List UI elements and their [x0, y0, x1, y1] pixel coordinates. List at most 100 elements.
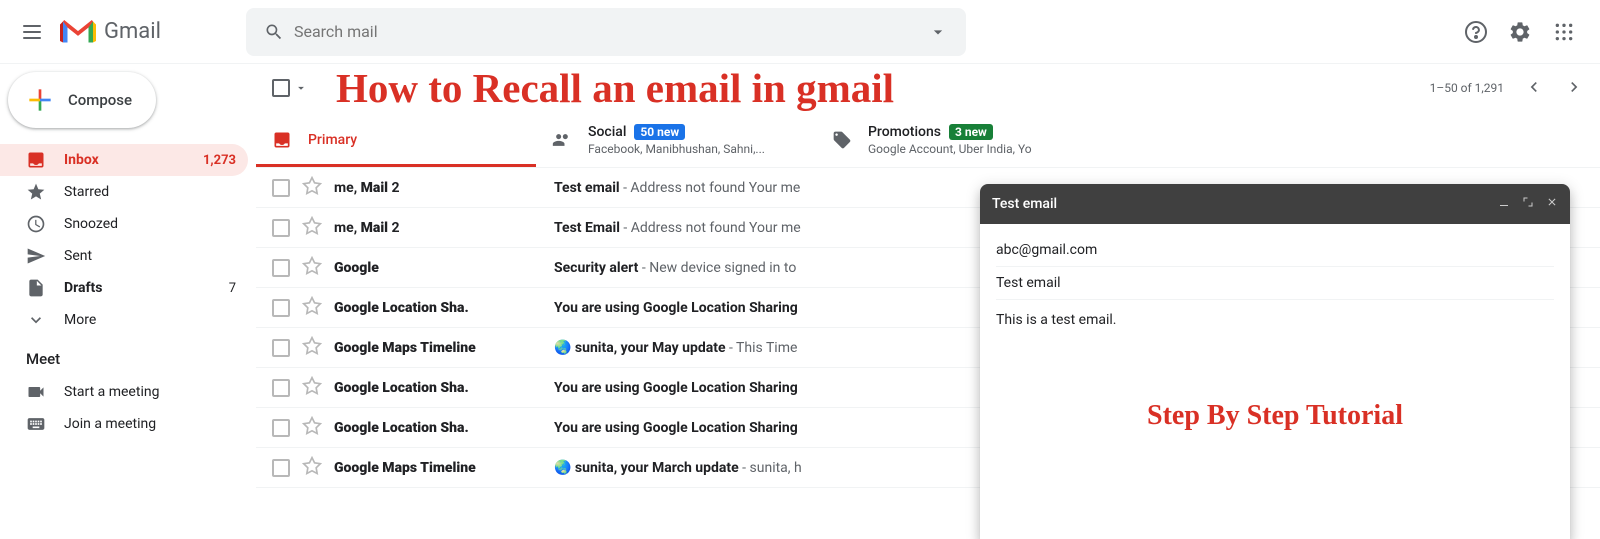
main-menu-button[interactable]: [8, 8, 56, 56]
tab-social[interactable]: Social 50 new Facebook, Manibhushan, Sah…: [536, 112, 816, 167]
gmail-text: Gmail: [104, 19, 161, 44]
email-checkbox[interactable]: [272, 459, 290, 477]
compose-dialog-header[interactable]: Test email: [980, 184, 1570, 224]
minimize-button[interactable]: [1498, 196, 1510, 212]
email-sender: Google Location Sha.: [334, 380, 554, 396]
email-subject-line: Security alert - New device signed in to: [554, 260, 796, 276]
tab-primary[interactable]: Primary: [256, 112, 536, 167]
sidebar-item-join-meeting[interactable]: Join a meeting: [0, 408, 248, 440]
social-tab-icon: [552, 130, 572, 150]
email-checkbox[interactable]: [272, 339, 290, 357]
sidebar-item-inbox[interactable]: Inbox 1,273: [0, 144, 248, 176]
sidebar-item-starred[interactable]: Starred: [0, 176, 248, 208]
gmail-logo[interactable]: Gmail: [60, 18, 191, 46]
star-toggle[interactable]: [302, 416, 322, 440]
sidebar-item-more[interactable]: More: [0, 304, 248, 336]
search-input[interactable]: [294, 22, 918, 41]
settings-button[interactable]: [1500, 12, 1540, 52]
next-page-button[interactable]: [1564, 77, 1584, 100]
star-toggle[interactable]: [302, 176, 322, 200]
close-icon: [1546, 196, 1558, 208]
compose-button[interactable]: Compose: [8, 72, 156, 128]
email-sender: me, Mail 2: [334, 220, 554, 236]
gear-icon: [1508, 20, 1532, 44]
close-button[interactable]: [1546, 196, 1558, 212]
keyboard-icon: [26, 414, 46, 434]
email-subject-line: 🌏 sunita, your March update - sunita, h: [554, 460, 802, 476]
pagination: 1–50 of 1,291: [1430, 77, 1584, 100]
pagination-text: 1–50 of 1,291: [1430, 81, 1504, 95]
minimize-icon: [1498, 196, 1510, 208]
toolbar: How to Recall an email in gmail 1–50 of …: [256, 64, 1600, 112]
star-icon: [26, 182, 46, 202]
help-icon: [1464, 20, 1488, 44]
star-toggle[interactable]: [302, 256, 322, 280]
sidebar-item-drafts[interactable]: Drafts 7: [0, 272, 248, 304]
overlay-subheading: Step By Step Tutorial: [996, 400, 1554, 432]
compose-dialog: Test email abc@gmail.com Test email Thi: [980, 184, 1570, 539]
chevron-right-icon: [1564, 77, 1584, 97]
chevron-down-icon: [26, 310, 46, 330]
star-toggle[interactable]: [302, 376, 322, 400]
header-actions: [1456, 12, 1592, 52]
drafts-icon: [26, 278, 46, 298]
overlay-heading: How to Recall an email in gmail: [336, 64, 894, 112]
email-sender: Google Maps Timeline: [334, 340, 554, 356]
tab-promotions[interactable]: Promotions 3 new Google Account, Uber In…: [816, 112, 1096, 167]
video-icon: [26, 382, 46, 402]
select-dropdown-icon[interactable]: [294, 81, 308, 95]
email-checkbox[interactable]: [272, 379, 290, 397]
sidebar-item-snoozed[interactable]: Snoozed: [0, 208, 248, 240]
gmail-icon: [60, 18, 96, 46]
fullscreen-icon: [1522, 196, 1534, 208]
star-toggle[interactable]: [302, 216, 322, 240]
compose-subject-field[interactable]: Test email: [996, 267, 1554, 300]
email-checkbox[interactable]: [272, 179, 290, 197]
email-subject-line: You are using Google Location Sharing: [554, 300, 798, 316]
email-subject-line: Test email - Address not found Your me: [554, 180, 800, 196]
star-outline-icon: [302, 256, 322, 276]
compose-plus-icon: [24, 84, 56, 116]
email-subject-line: 🌏 sunita, your May update - This Time: [554, 340, 797, 356]
star-outline-icon: [302, 336, 322, 356]
search-icon[interactable]: [254, 12, 294, 52]
email-checkbox[interactable]: [272, 299, 290, 317]
clock-icon: [26, 214, 46, 234]
email-sender: Google Maps Timeline: [334, 460, 554, 476]
apps-button[interactable]: [1544, 12, 1584, 52]
search-options-dropdown[interactable]: [918, 12, 958, 52]
email-sender: Google: [334, 260, 554, 276]
email-sender: Google Location Sha.: [334, 300, 554, 316]
email-checkbox[interactable]: [272, 419, 290, 437]
select-all[interactable]: [272, 79, 308, 97]
compose-body[interactable]: This is a test email.: [996, 300, 1554, 340]
sidebar-item-sent[interactable]: Sent: [0, 240, 248, 272]
star-toggle[interactable]: [302, 296, 322, 320]
prev-page-button[interactable]: [1524, 77, 1544, 100]
chevron-left-icon: [1524, 77, 1544, 97]
star-toggle[interactable]: [302, 456, 322, 480]
sidebar-item-start-meeting[interactable]: Start a meeting: [0, 376, 248, 408]
sidebar: Compose Inbox 1,273 Starred Snoozed: [0, 64, 256, 539]
email-checkbox[interactable]: [272, 219, 290, 237]
star-outline-icon: [302, 416, 322, 436]
promotions-tab-icon: [832, 130, 852, 150]
apps-icon: [1554, 22, 1574, 42]
email-checkbox[interactable]: [272, 259, 290, 277]
content-area: How to Recall an email in gmail 1–50 of …: [256, 64, 1600, 539]
select-all-checkbox[interactable]: [272, 79, 290, 97]
inbox-icon: [26, 150, 46, 170]
meet-section-header: Meet: [0, 336, 256, 376]
email-subject-line: Test Email - Address not found Your me: [554, 220, 801, 236]
star-toggle[interactable]: [302, 336, 322, 360]
hamburger-icon: [23, 25, 41, 39]
category-tabs: Primary Social 50 new Facebook, Manibhus…: [256, 112, 1600, 168]
compose-to-field[interactable]: abc@gmail.com: [996, 234, 1554, 267]
email-sender: Google Location Sha.: [334, 420, 554, 436]
compose-label: Compose: [68, 91, 132, 109]
email-subject-line: You are using Google Location Sharing: [554, 420, 798, 436]
email-sender: me, Mail 2: [334, 180, 554, 196]
search-bar[interactable]: [246, 8, 966, 56]
fullscreen-button[interactable]: [1522, 196, 1534, 212]
support-button[interactable]: [1456, 12, 1496, 52]
